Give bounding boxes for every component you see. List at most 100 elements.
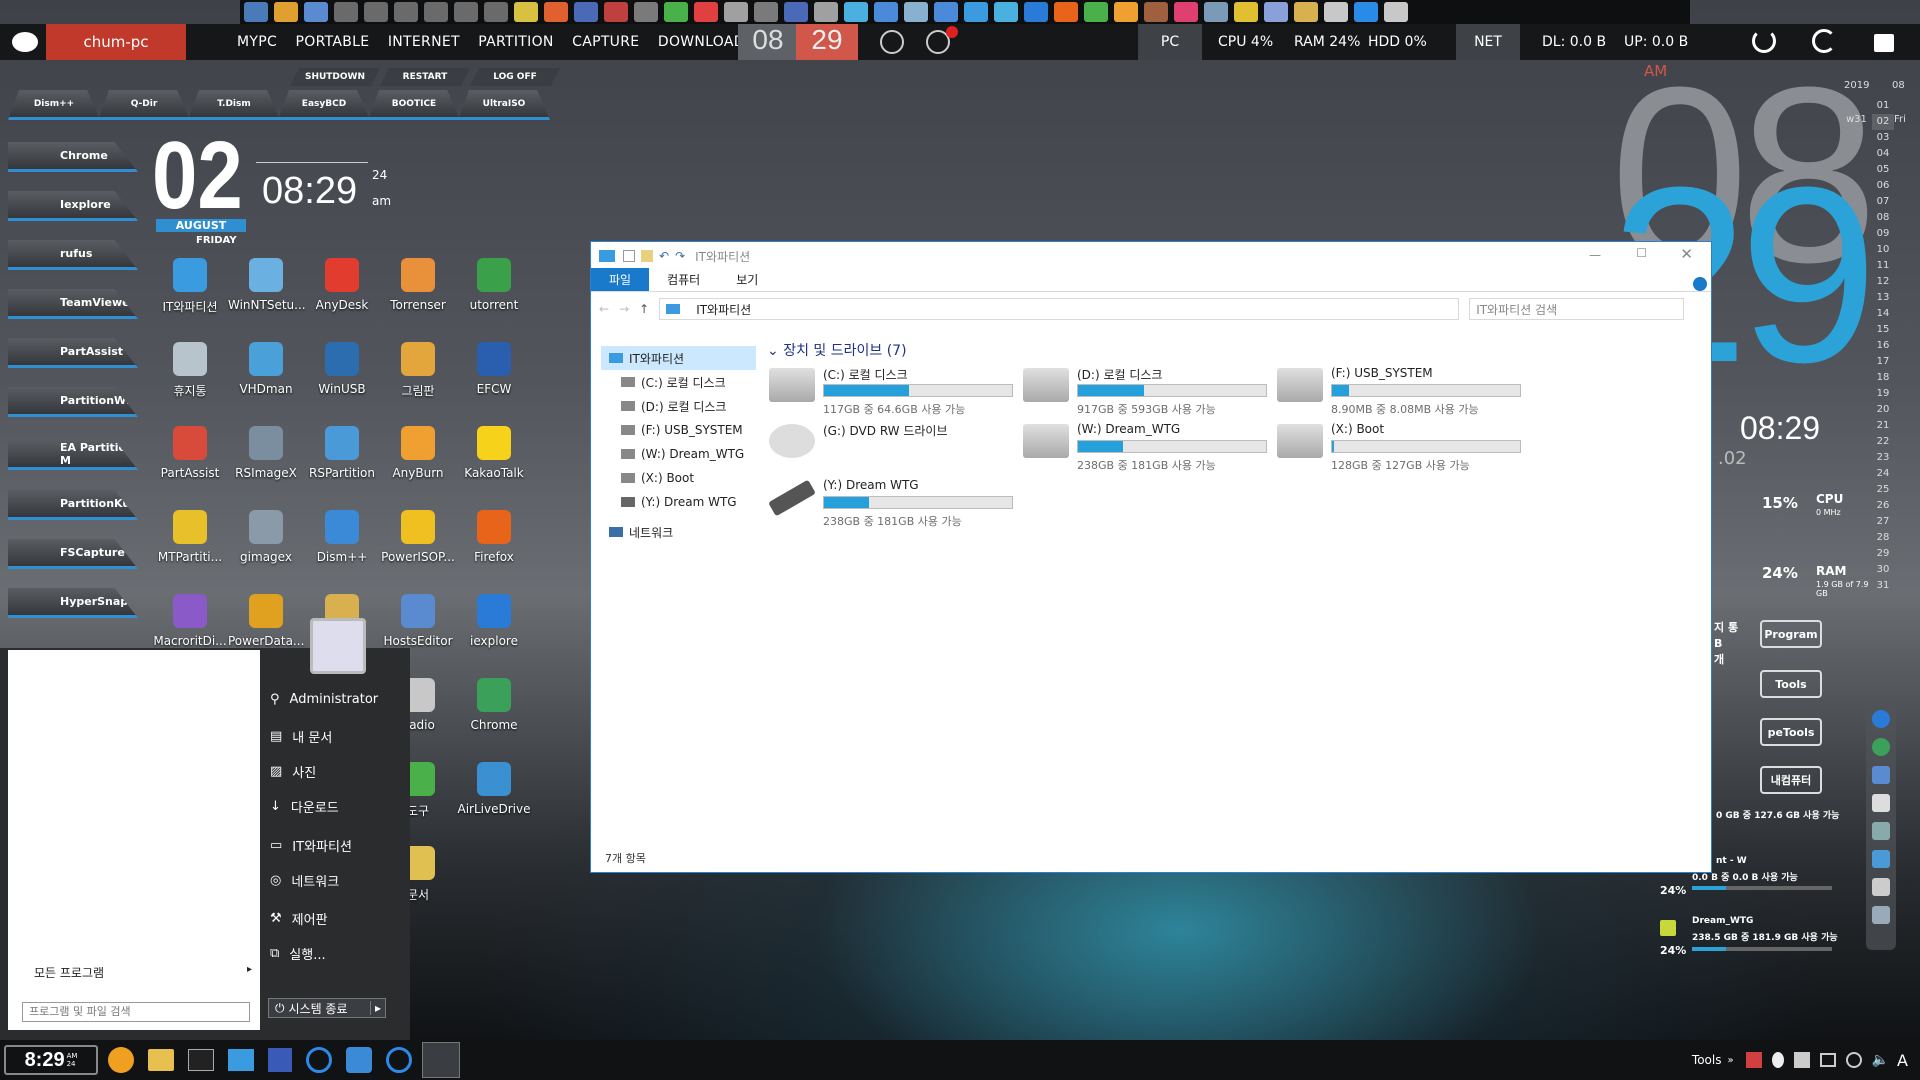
tray-monitor-icon[interactable]: [1819, 1053, 1836, 1067]
logoff-tab[interactable]: LOG OFF: [470, 68, 560, 86]
quicklaunch-icon[interactable]: [424, 2, 448, 22]
drive-item[interactable]: (X:) Boot 128GB 중 127GB 사용 가능: [1277, 418, 1527, 472]
quicklaunch-icon[interactable]: [574, 2, 598, 22]
desktop-icon[interactable]: AirLiveDrive: [456, 762, 532, 816]
desktop-icon[interactable]: KakaoTalk: [456, 426, 532, 480]
mycomputer-button[interactable]: 내컴퓨터: [1760, 766, 1822, 794]
quicklaunch-icon[interactable]: [1294, 2, 1318, 22]
quicklaunch-icon[interactable]: [1114, 2, 1138, 22]
search-input[interactable]: IT와파티션 검색: [1469, 298, 1685, 320]
ie2-taskbar-icon[interactable]: [386, 1047, 412, 1073]
section-header[interactable]: ⌄ 장치 및 드라이브 (7): [767, 340, 907, 360]
quicklaunch-icon[interactable]: [304, 2, 328, 22]
quicklaunch-icon[interactable]: [394, 2, 418, 22]
tray-volume-icon[interactable]: 🔈: [1872, 1052, 1889, 1068]
tray-expand-icon[interactable]: »: [1727, 1055, 1733, 1066]
tile-chrome[interactable]: Chrome: [8, 142, 138, 172]
chrome-dock-icon[interactable]: [1872, 738, 1890, 756]
quicklaunch-icon[interactable]: [874, 2, 898, 22]
drive-item[interactable]: (C:) 로컬 디스크 117GB 중 64.6GB 사용 가능: [769, 362, 1019, 416]
quicklaunch-icon[interactable]: [1264, 2, 1288, 22]
desktop-icon[interactable]: Firefox: [456, 510, 532, 564]
quicklaunch-icon[interactable]: [1354, 2, 1378, 22]
tile-easybcd[interactable]: EasyBCD: [278, 90, 370, 120]
start-item[interactable]: ▨ 사진: [270, 762, 316, 781]
start-search-input[interactable]: 프로그램 및 파일 검색: [22, 1002, 250, 1022]
desktop-icon[interactable]: Chrome: [456, 678, 532, 732]
tray-app-icon[interactable]: [1745, 1052, 1762, 1068]
desktop-icon[interactable]: iexplore: [456, 594, 532, 648]
desktop-icon[interactable]: gimagex: [228, 510, 304, 564]
tile-partitionkuru[interactable]: PartitionKuru: [8, 490, 138, 520]
quicklaunch-icon[interactable]: [244, 2, 268, 22]
taskbar-clock[interactable]: 8:29 AM 24: [4, 1045, 98, 1075]
desktop-icon[interactable]: MacroritDi...: [152, 594, 228, 648]
back-icon[interactable]: ←: [599, 302, 609, 316]
menu-download[interactable]: DOWNLOAD: [658, 34, 745, 50]
start-item[interactable]: ◎ 네트워크: [270, 871, 339, 890]
tile-bootice[interactable]: BOOTICE: [368, 90, 460, 120]
desktop-icon[interactable]: RSPartition: [304, 426, 380, 480]
menu-mypc[interactable]: MYPC: [237, 34, 277, 50]
desktop-icon[interactable]: AnyDesk: [304, 258, 380, 312]
share-dock-icon[interactable]: [1872, 906, 1890, 924]
monitor-taskbar-icon[interactable]: [228, 1049, 254, 1071]
tray-usb-icon[interactable]: [1793, 1052, 1810, 1068]
start-item[interactable]: ↓ 다운로드: [270, 797, 339, 816]
desktop-icon[interactable]: Torrenser: [380, 258, 456, 312]
tab-computer[interactable]: 컴퓨터: [649, 268, 718, 291]
quicklaunch-icon[interactable]: [754, 2, 778, 22]
app-dock-icon[interactable]: [1872, 766, 1890, 784]
menu-capture[interactable]: CAPTURE: [572, 34, 639, 50]
quicklaunch-icon[interactable]: [1324, 2, 1348, 22]
tile-teamviewer[interactable]: TeamViewer: [8, 289, 138, 319]
quicklaunch-icon[interactable]: [274, 2, 298, 22]
menu-internet[interactable]: INTERNET: [388, 34, 460, 50]
desktop-icon[interactable]: PowerData...: [228, 594, 304, 648]
quicklaunch-icon[interactable]: [814, 2, 838, 22]
tab-view[interactable]: 보기: [718, 268, 776, 291]
quicklaunch-icon[interactable]: [664, 2, 688, 22]
quicklaunch-icon[interactable]: [1234, 2, 1258, 22]
nav-item[interactable]: (W:) Dream_WTG: [601, 442, 756, 466]
quicklaunch-icon[interactable]: [994, 2, 1018, 22]
desktop-icon[interactable]: HostsEditor: [380, 594, 456, 648]
desktop-icon[interactable]: 그림판: [380, 342, 456, 399]
nav-item[interactable]: (C:) 로컬 디스크: [601, 370, 756, 394]
quicklaunch-icon[interactable]: [1174, 2, 1198, 22]
desktop-icon[interactable]: utorrent: [456, 258, 532, 312]
tile-rufus[interactable]: rufus: [8, 240, 138, 270]
tile-tdism[interactable]: T.Dism: [188, 90, 280, 120]
nav-item[interactable]: IT와파티션: [601, 346, 756, 370]
quicklaunch-icon[interactable]: [1204, 2, 1228, 22]
quicklaunch-icon[interactable]: [904, 2, 928, 22]
tray-network-icon[interactable]: [1845, 1052, 1862, 1068]
shutdown-arrow-icon[interactable]: ▸: [369, 1001, 385, 1015]
tray-drop-icon[interactable]: [1771, 1052, 1784, 1068]
app-taskbar-icon[interactable]: [346, 1047, 372, 1073]
desktop-icon[interactable]: IT와파티션: [152, 258, 228, 315]
redo-icon[interactable]: ↷: [675, 249, 685, 263]
quicklaunch-icon[interactable]: [604, 2, 628, 22]
tile-ea-partition[interactable]: EA Partition M: [8, 440, 138, 470]
quicklaunch-icon[interactable]: [1384, 2, 1408, 22]
quicklaunch-icon[interactable]: [694, 2, 718, 22]
desktop-icon[interactable]: PowerISOP...: [380, 510, 456, 564]
menu-partition[interactable]: PARTITION: [478, 34, 553, 50]
desktop-icon[interactable]: Dism++: [304, 510, 380, 564]
quicklaunch-icon[interactable]: [724, 2, 748, 22]
start-item[interactable]: ⚲ Administrator: [270, 692, 378, 707]
desktop-icon[interactable]: MTPartiti...: [152, 510, 228, 564]
quicklaunch-icon[interactable]: [1054, 2, 1078, 22]
doc-dock-icon[interactable]: [1872, 794, 1890, 812]
desktop-icon[interactable]: RSImageX: [228, 426, 304, 480]
close-button[interactable]: ✕: [1680, 245, 1693, 263]
drive-item[interactable]: (Y:) Dream WTG 238GB 중 181GB 사용 가능: [768, 474, 1019, 528]
tray-language[interactable]: A: [1897, 1051, 1908, 1070]
quicklaunch-icon[interactable]: [844, 2, 868, 22]
save-taskbar-icon[interactable]: [268, 1048, 292, 1072]
quicklaunch-icon[interactable]: [934, 2, 958, 22]
quicklaunch-icon[interactable]: [364, 2, 388, 22]
quicklaunch-icon[interactable]: [1144, 2, 1168, 22]
drive-item[interactable]: (D:) 로컬 디스크 917GB 중 593GB 사용 가능: [1023, 362, 1273, 416]
